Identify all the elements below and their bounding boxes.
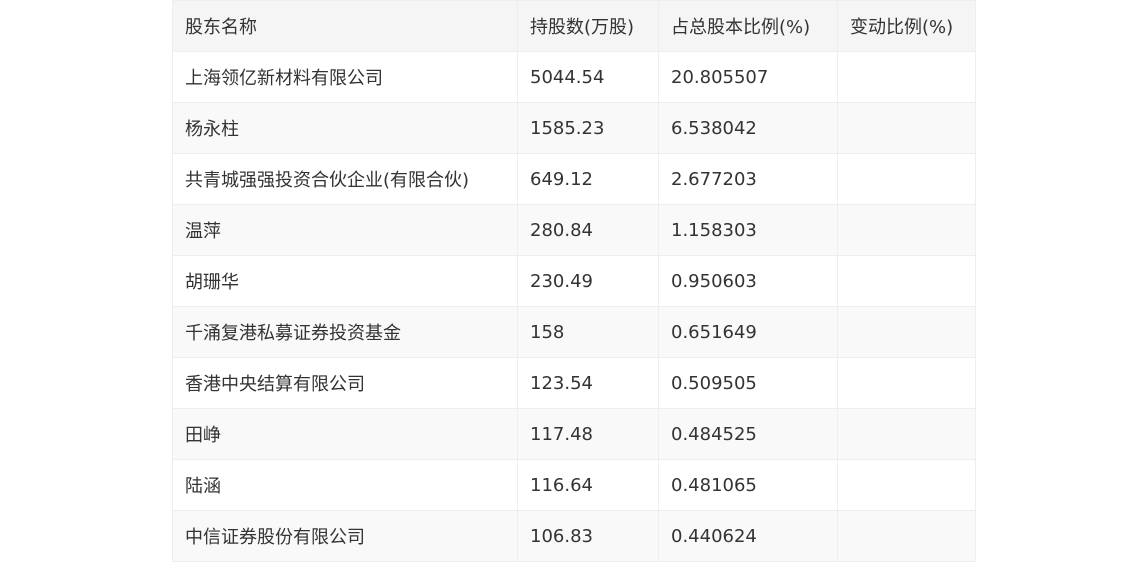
cell-shareholder-name: 田峥 bbox=[172, 408, 518, 460]
cell-change-ratio bbox=[837, 306, 976, 358]
table-row: 温萍 280.84 1.158303 bbox=[172, 204, 976, 256]
cell-change-ratio bbox=[837, 102, 976, 154]
cell-share-ratio: 2.677203 bbox=[658, 153, 838, 205]
cell-change-ratio bbox=[837, 459, 976, 511]
cell-shares-held: 1585.23 bbox=[517, 102, 659, 154]
cell-shareholder-name: 温萍 bbox=[172, 204, 518, 256]
cell-shareholder-name: 陆涵 bbox=[172, 459, 518, 511]
table-row: 中信证券股份有限公司 106.83 0.440624 bbox=[172, 510, 976, 562]
cell-share-ratio: 6.538042 bbox=[658, 102, 838, 154]
cell-share-ratio: 0.484525 bbox=[658, 408, 838, 460]
cell-shares-held: 106.83 bbox=[517, 510, 659, 562]
table-header-row: 股东名称 持股数(万股) 占总股本比例(%) 变动比例(%) bbox=[172, 0, 976, 52]
cell-change-ratio bbox=[837, 510, 976, 562]
table-row: 胡珊华 230.49 0.950603 bbox=[172, 255, 976, 307]
cell-shareholder-name: 杨永柱 bbox=[172, 102, 518, 154]
cell-shares-held: 158 bbox=[517, 306, 659, 358]
cell-share-ratio: 0.950603 bbox=[658, 255, 838, 307]
cell-change-ratio bbox=[837, 204, 976, 256]
header-shareholder-name: 股东名称 bbox=[172, 0, 518, 52]
cell-shareholder-name: 中信证券股份有限公司 bbox=[172, 510, 518, 562]
cell-shares-held: 116.64 bbox=[517, 459, 659, 511]
header-share-ratio: 占总股本比例(%) bbox=[658, 0, 838, 52]
header-shares-held: 持股数(万股) bbox=[517, 0, 659, 52]
table-row: 陆涵 116.64 0.481065 bbox=[172, 459, 976, 511]
cell-shareholder-name: 千涌复港私募证券投资基金 bbox=[172, 306, 518, 358]
cell-shareholder-name: 香港中央结算有限公司 bbox=[172, 357, 518, 409]
cell-shares-held: 230.49 bbox=[517, 255, 659, 307]
cell-share-ratio: 20.805507 bbox=[658, 51, 838, 103]
cell-share-ratio: 1.158303 bbox=[658, 204, 838, 256]
table-row: 共青城强强投资合伙企业(有限合伙) 649.12 2.677203 bbox=[172, 153, 976, 205]
cell-shares-held: 5044.54 bbox=[517, 51, 659, 103]
cell-share-ratio: 0.481065 bbox=[658, 459, 838, 511]
cell-shareholder-name: 共青城强强投资合伙企业(有限合伙) bbox=[172, 153, 518, 205]
cell-shareholder-name: 胡珊华 bbox=[172, 255, 518, 307]
cell-change-ratio bbox=[837, 51, 976, 103]
cell-change-ratio bbox=[837, 357, 976, 409]
cell-change-ratio bbox=[837, 255, 976, 307]
shareholder-table-container: 股东名称 持股数(万股) 占总股本比例(%) 变动比例(%) 上海领亿新材料有限… bbox=[172, 0, 976, 562]
cell-share-ratio: 0.509505 bbox=[658, 357, 838, 409]
cell-change-ratio bbox=[837, 153, 976, 205]
shareholder-table: 股东名称 持股数(万股) 占总股本比例(%) 变动比例(%) 上海领亿新材料有限… bbox=[172, 0, 976, 562]
table-row: 香港中央结算有限公司 123.54 0.509505 bbox=[172, 357, 976, 409]
cell-shareholder-name: 上海领亿新材料有限公司 bbox=[172, 51, 518, 103]
table-row: 田峥 117.48 0.484525 bbox=[172, 408, 976, 460]
cell-shares-held: 117.48 bbox=[517, 408, 659, 460]
table-row: 千涌复港私募证券投资基金 158 0.651649 bbox=[172, 306, 976, 358]
table-row: 上海领亿新材料有限公司 5044.54 20.805507 bbox=[172, 51, 976, 103]
cell-shares-held: 280.84 bbox=[517, 204, 659, 256]
header-change-ratio: 变动比例(%) bbox=[837, 0, 976, 52]
cell-share-ratio: 0.440624 bbox=[658, 510, 838, 562]
cell-shares-held: 649.12 bbox=[517, 153, 659, 205]
cell-shares-held: 123.54 bbox=[517, 357, 659, 409]
cell-change-ratio bbox=[837, 408, 976, 460]
table-row: 杨永柱 1585.23 6.538042 bbox=[172, 102, 976, 154]
cell-share-ratio: 0.651649 bbox=[658, 306, 838, 358]
